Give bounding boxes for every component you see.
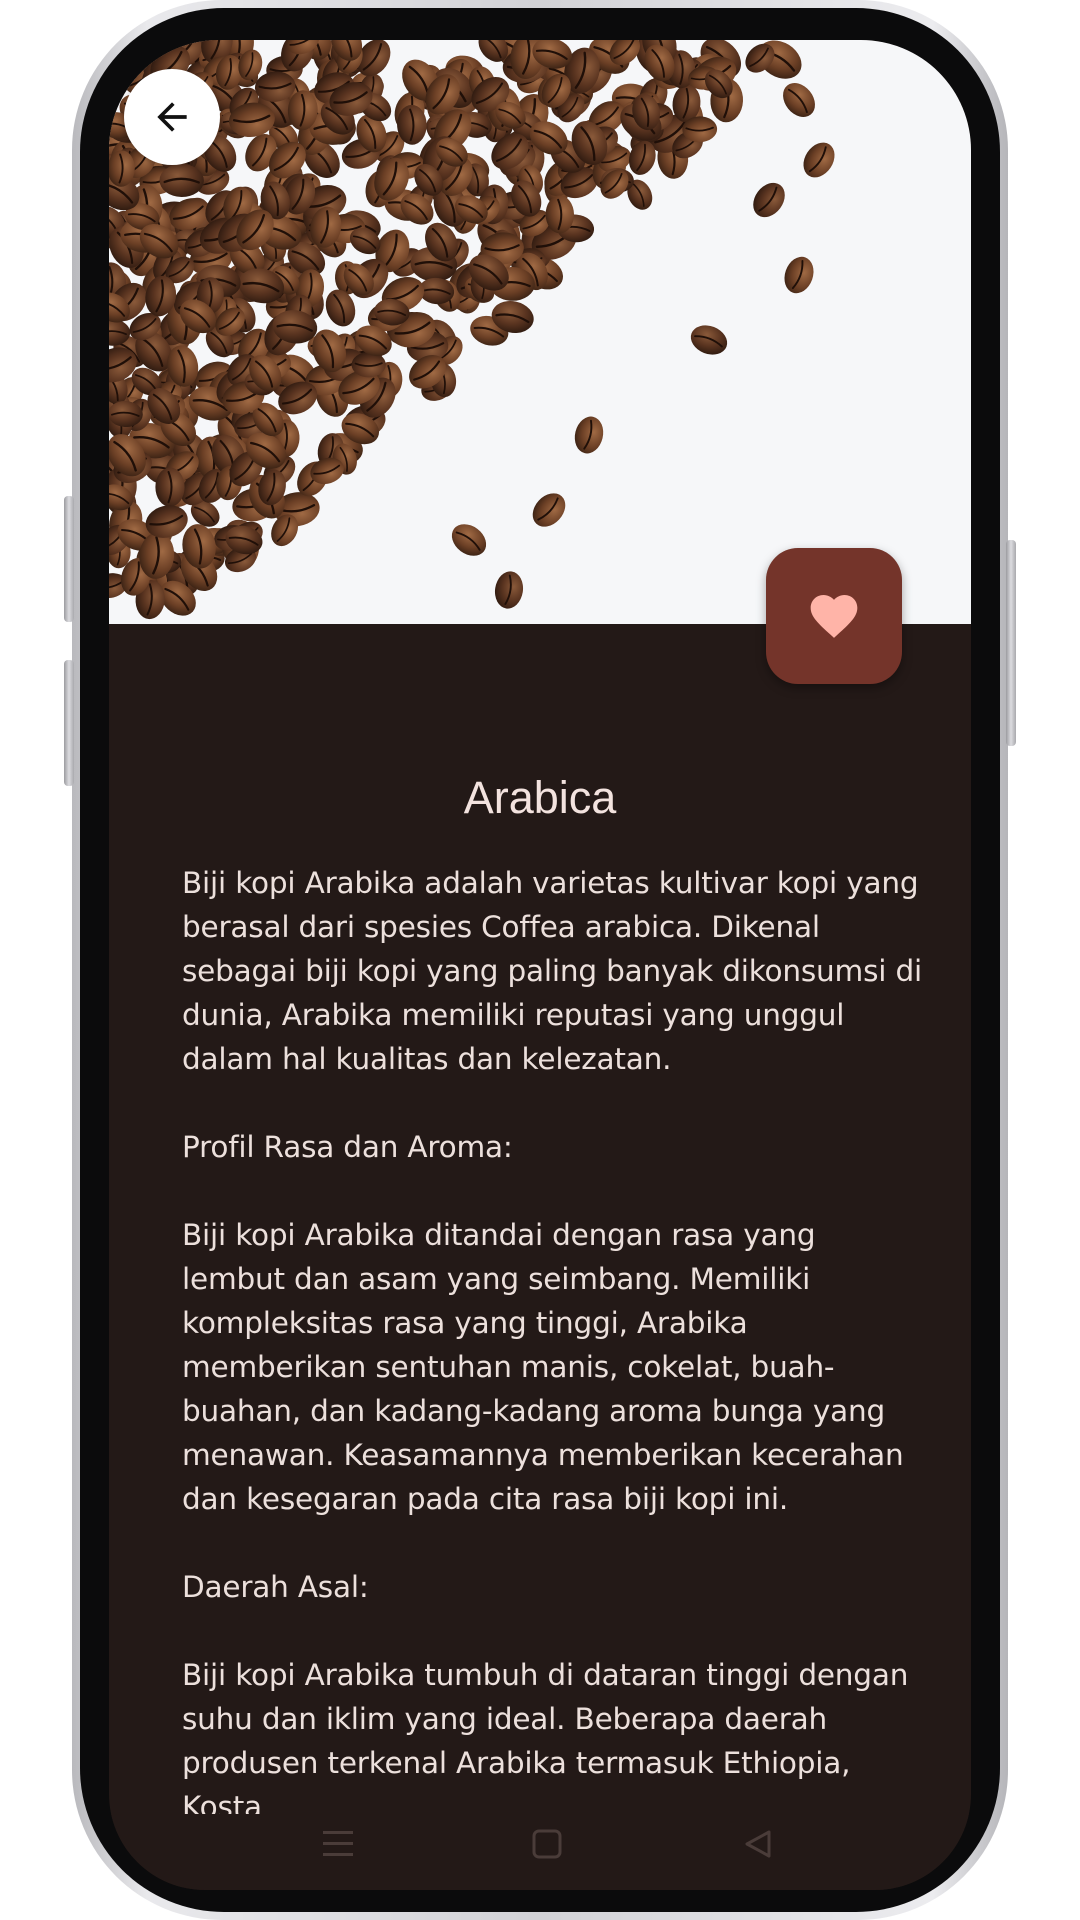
coffee-beans-illustration [109,40,835,620]
nav-home-button[interactable] [507,1814,587,1874]
coffee-title: Arabica [463,772,617,823]
description-paragraph: Biji kopi Arabika tumbuh di dataran ting… [182,1658,909,1824]
nav-menu-button[interactable] [298,1814,378,1874]
coffee-beans-image [109,40,971,624]
power-button [1006,540,1016,746]
detail-content: Arabica Biji kopi Arabika adalah varieta… [109,624,971,1824]
square-icon [532,1829,562,1859]
coffee-description: Biji kopi Arabika adalah varietas kultiv… [182,861,922,1873]
description-paragraph: Biji kopi Arabika ditandai dengan rasa y… [182,1218,904,1516]
arrow-left-icon [157,102,187,132]
system-navigation-bar [109,1814,971,1890]
app-screen: Arabica Biji kopi Arabika adalah varieta… [109,40,971,1890]
description-paragraph: Biji kopi Arabika adalah varietas kultiv… [182,866,922,1076]
nav-back-button[interactable] [718,1814,798,1874]
menu-icon [323,1831,353,1856]
device-mockup: Arabica Biji kopi Arabika adalah varieta… [0,0,1080,1920]
back-button[interactable] [124,69,220,165]
section-heading-origin: Daerah Asal: [182,1570,369,1604]
triangle-back-icon [745,1830,771,1858]
section-heading-flavor: Profil Rasa dan Aroma: [182,1130,513,1164]
volume-down-button [64,660,74,786]
volume-up-button [64,496,74,622]
